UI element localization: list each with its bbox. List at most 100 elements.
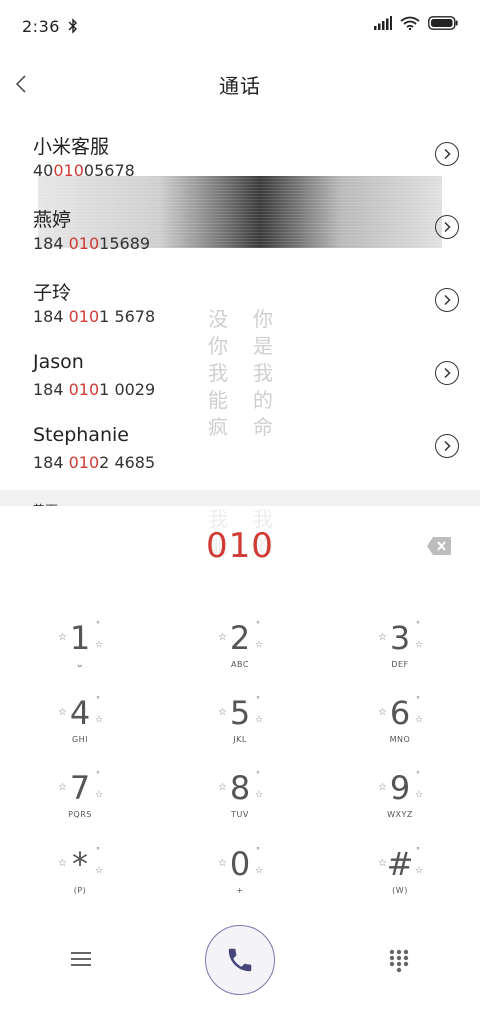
key-digit: 5 <box>229 694 251 732</box>
dot-decoration-icon: ° <box>256 620 260 629</box>
key-4[interactable]: 4 GHI ☆ ☆ ° <box>20 695 140 767</box>
dot-decoration-icon: ° <box>416 770 420 779</box>
section-header-yellow-pages: 黄页 <box>0 490 480 506</box>
key-letters: ᴗ <box>77 660 83 669</box>
battery-icon <box>428 16 458 30</box>
call-button[interactable] <box>205 925 275 995</box>
dialpad-icon[interactable] <box>389 949 409 973</box>
key-digit: 2 <box>229 619 251 657</box>
key-digit: 6 <box>389 694 411 732</box>
contact-name: Stephanie <box>33 424 129 446</box>
star-decoration-icon: ☆ <box>415 640 424 650</box>
status-bar: 2:36 <box>0 0 480 52</box>
dot-decoration-icon: ° <box>256 770 260 779</box>
star-decoration-icon: ☆ <box>218 632 227 643</box>
key-digit: 8 <box>229 769 251 807</box>
chevron-right-icon <box>444 440 451 452</box>
dot-decoration-icon: ° <box>416 695 420 704</box>
key-letters: + <box>236 886 244 895</box>
star-decoration-icon: ☆ <box>218 782 227 793</box>
contact-number: 184 0102 4685 <box>33 453 156 472</box>
star-decoration-icon: ☆ <box>378 782 387 793</box>
key-digit: 7 <box>69 769 91 807</box>
contact-number: 4001005678 <box>33 161 135 180</box>
key-0[interactable]: 0 + ☆ ☆ ° <box>180 846 300 918</box>
key-digit: 0 <box>229 845 251 883</box>
dot-decoration-icon: ° <box>416 620 420 629</box>
key-letters: PQRS <box>68 810 92 819</box>
key-digit: # <box>386 845 414 883</box>
key-8[interactable]: 8 TUV ☆ ☆ ° <box>180 770 300 842</box>
status-time: 2:36 <box>22 16 60 36</box>
key-letters: DEF <box>391 660 409 669</box>
star-decoration-icon: ☆ <box>58 707 67 718</box>
contact-name: 子玲 <box>33 282 72 304</box>
key-letters: GHI <box>71 735 89 744</box>
star-decoration-icon: ☆ <box>58 632 67 643</box>
star-decoration-icon: ☆ <box>255 715 264 725</box>
key-letters: ABC <box>231 660 249 669</box>
contact-row[interactable]: 小米客服 4001005678 <box>0 126 480 198</box>
key-letters: (P) <box>73 886 87 895</box>
key-digit: 9 <box>389 769 411 807</box>
star-decoration-icon: ☆ <box>255 640 264 650</box>
star-decoration-icon: ☆ <box>95 866 104 876</box>
star-decoration-icon: ☆ <box>378 632 387 643</box>
key-digit: * <box>72 845 88 883</box>
star-decoration-icon: ☆ <box>218 858 227 869</box>
contact-number: 184 0101 5678 <box>33 307 156 326</box>
dot-decoration-icon: ° <box>256 695 260 704</box>
key-9[interactable]: 9 WXYZ ☆ ☆ ° <box>340 770 460 842</box>
contact-row[interactable]: 燕婷 184 01015689 <box>0 199 480 271</box>
contact-row[interactable]: 子玲 184 0101 5678 <box>0 272 480 344</box>
contact-detail-button[interactable] <box>435 142 459 166</box>
status-icons <box>374 16 458 30</box>
dot-decoration-icon: ° <box>416 846 420 855</box>
contact-name: Jason <box>33 351 84 373</box>
header: 通话 <box>0 60 480 108</box>
signal-icon <box>374 16 392 30</box>
key-3[interactable]: 3 DEF ☆ ☆ ° <box>340 620 460 692</box>
key-letters: (W) <box>392 886 408 895</box>
key-1[interactable]: 1 ᴗ ☆ ☆ ° <box>20 620 140 692</box>
chevron-left-icon <box>15 75 26 93</box>
key-6[interactable]: 6 MNO ☆ ☆ ° <box>340 695 460 767</box>
star-decoration-icon: ☆ <box>415 790 424 800</box>
back-button[interactable] <box>6 68 36 100</box>
key-hash[interactable]: # (W) ☆ ☆ ° <box>340 846 460 918</box>
star-decoration-icon: ☆ <box>58 858 67 869</box>
contact-detail-button[interactable] <box>435 215 459 239</box>
wifi-icon <box>400 16 420 30</box>
section-label: 黄页 <box>32 500 58 506</box>
contact-name: 小米客服 <box>33 136 110 158</box>
contact-number: 184 01015689 <box>33 234 151 253</box>
contact-detail-button[interactable] <box>435 361 459 385</box>
page-title: 通话 <box>219 73 261 98</box>
key-digit: 4 <box>69 694 91 732</box>
dot-decoration-icon: ° <box>256 846 260 855</box>
star-decoration-icon: ☆ <box>255 790 264 800</box>
contact-detail-button[interactable] <box>435 434 459 458</box>
star-decoration-icon: ☆ <box>95 790 104 800</box>
key-5[interactable]: 5 JKL ☆ ☆ ° <box>180 695 300 767</box>
bluetooth-icon <box>68 18 77 34</box>
star-decoration-icon: ☆ <box>58 782 67 793</box>
contact-row[interactable]: Stephanie 184 0102 4685 <box>0 418 480 490</box>
contact-detail-button[interactable] <box>435 288 459 312</box>
key-2[interactable]: 2 ABC ☆ ☆ ° <box>180 620 300 692</box>
key-letters: WXYZ <box>387 810 413 819</box>
star-decoration-icon: ☆ <box>415 866 424 876</box>
dialed-number: 010 <box>206 526 274 566</box>
star-decoration-icon: ☆ <box>378 707 387 718</box>
contact-number: 184 0101 0029 <box>33 380 156 399</box>
star-decoration-icon: ☆ <box>378 858 387 869</box>
star-decoration-icon: ☆ <box>95 640 104 650</box>
key-7[interactable]: 7 PQRS ☆ ☆ ° <box>20 770 140 842</box>
contact-row[interactable]: Jason 184 0101 0029 <box>0 345 480 417</box>
chevron-right-icon <box>444 148 451 160</box>
menu-icon[interactable] <box>70 948 92 970</box>
key-star[interactable]: * (P) ☆ ☆ ° <box>20 846 140 918</box>
backspace-icon[interactable] <box>426 536 452 556</box>
star-decoration-icon: ☆ <box>255 866 264 876</box>
dot-decoration-icon: ° <box>96 620 100 629</box>
